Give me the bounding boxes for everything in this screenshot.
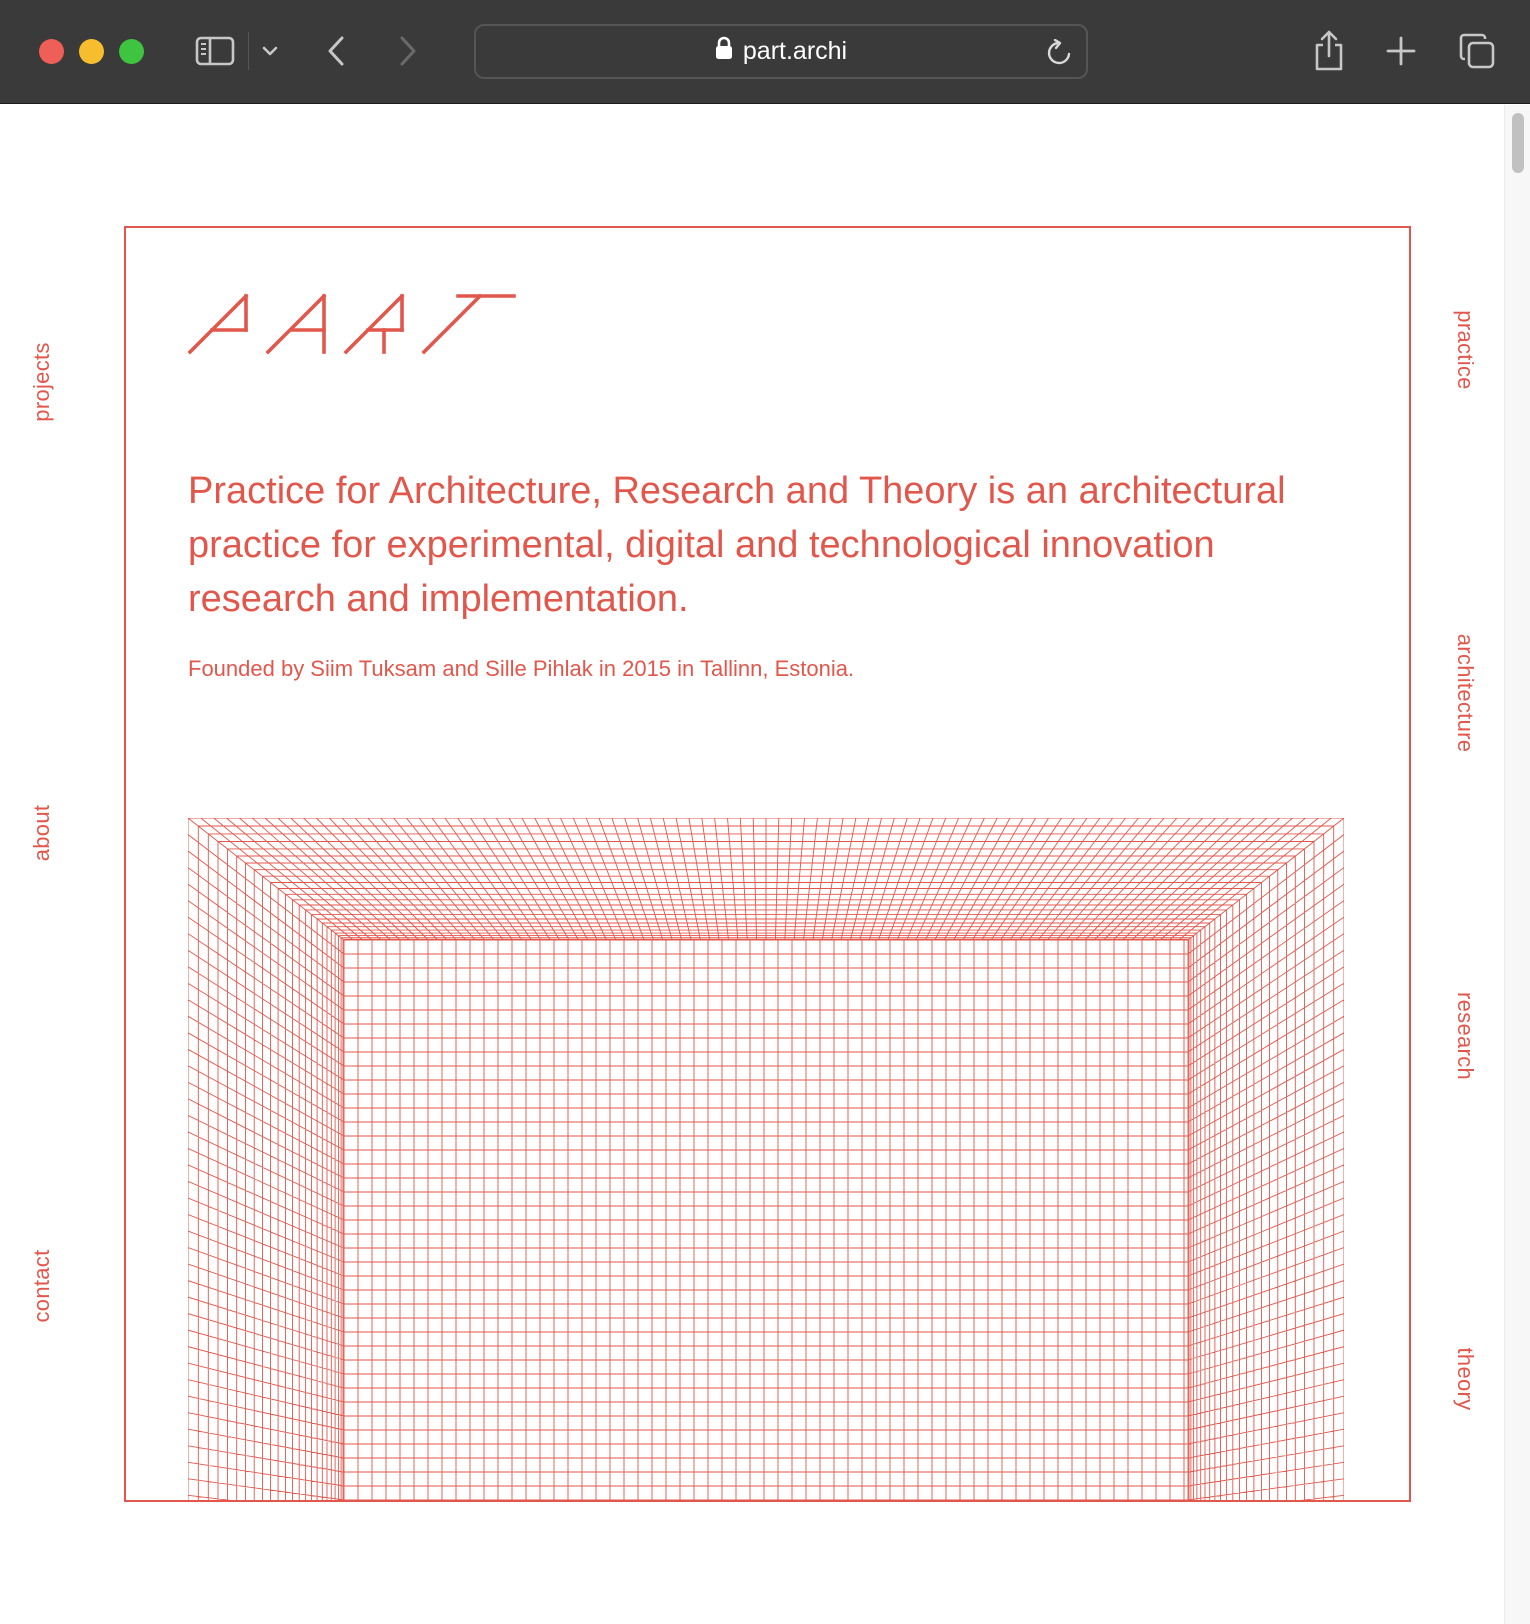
back-icon[interactable] [323, 33, 349, 69]
chevron-down-icon[interactable] [258, 40, 282, 62]
scroll-thumb[interactable] [1512, 113, 1524, 173]
web-page: projects about contact practice architec… [0, 105, 1504, 1624]
nav-link-theory[interactable]: theory [1453, 1348, 1478, 1411]
browser-window: part.archi projects about contact practi… [0, 0, 1530, 1624]
address-bar[interactable]: part.archi [474, 24, 1088, 79]
grid-lines [187, 817, 1345, 1500]
nav-link-architecture[interactable]: architecture [1453, 634, 1478, 753]
close-window-button[interactable] [39, 39, 64, 64]
toolbar-divider [248, 32, 249, 70]
nav-link-projects[interactable]: projects [29, 342, 54, 421]
tabs-overview-icon[interactable] [1457, 31, 1497, 71]
maximize-window-button[interactable] [119, 39, 144, 64]
founded-text: Founded by Siim Tuksam and Sille Pihlak … [188, 656, 855, 681]
nav-link-about[interactable]: about [29, 805, 54, 862]
nav-link-contact[interactable]: contact [29, 1249, 54, 1322]
part-logo[interactable] [187, 290, 518, 361]
share-icon[interactable] [1312, 28, 1346, 72]
nav-link-practice[interactable]: practice [1453, 310, 1478, 389]
lock-icon [715, 36, 733, 67]
vertical-scrollbar[interactable] [1504, 105, 1530, 1624]
browser-toolbar: part.archi [0, 0, 1530, 104]
forward-icon[interactable] [395, 33, 421, 69]
nav-link-research[interactable]: research [1453, 992, 1478, 1080]
url-text: part.archi [742, 37, 848, 65]
new-tab-icon[interactable] [1384, 34, 1418, 68]
tagline: Practice for Architecture, Research and … [188, 470, 1286, 620]
minimize-window-button[interactable] [79, 39, 104, 64]
hero-frame: Practice for Architecture, Research and … [124, 226, 1411, 1502]
sidebar-icon[interactable] [194, 34, 236, 68]
perspective-grid-illustration [187, 817, 1345, 1500]
reload-icon[interactable] [1046, 38, 1072, 72]
